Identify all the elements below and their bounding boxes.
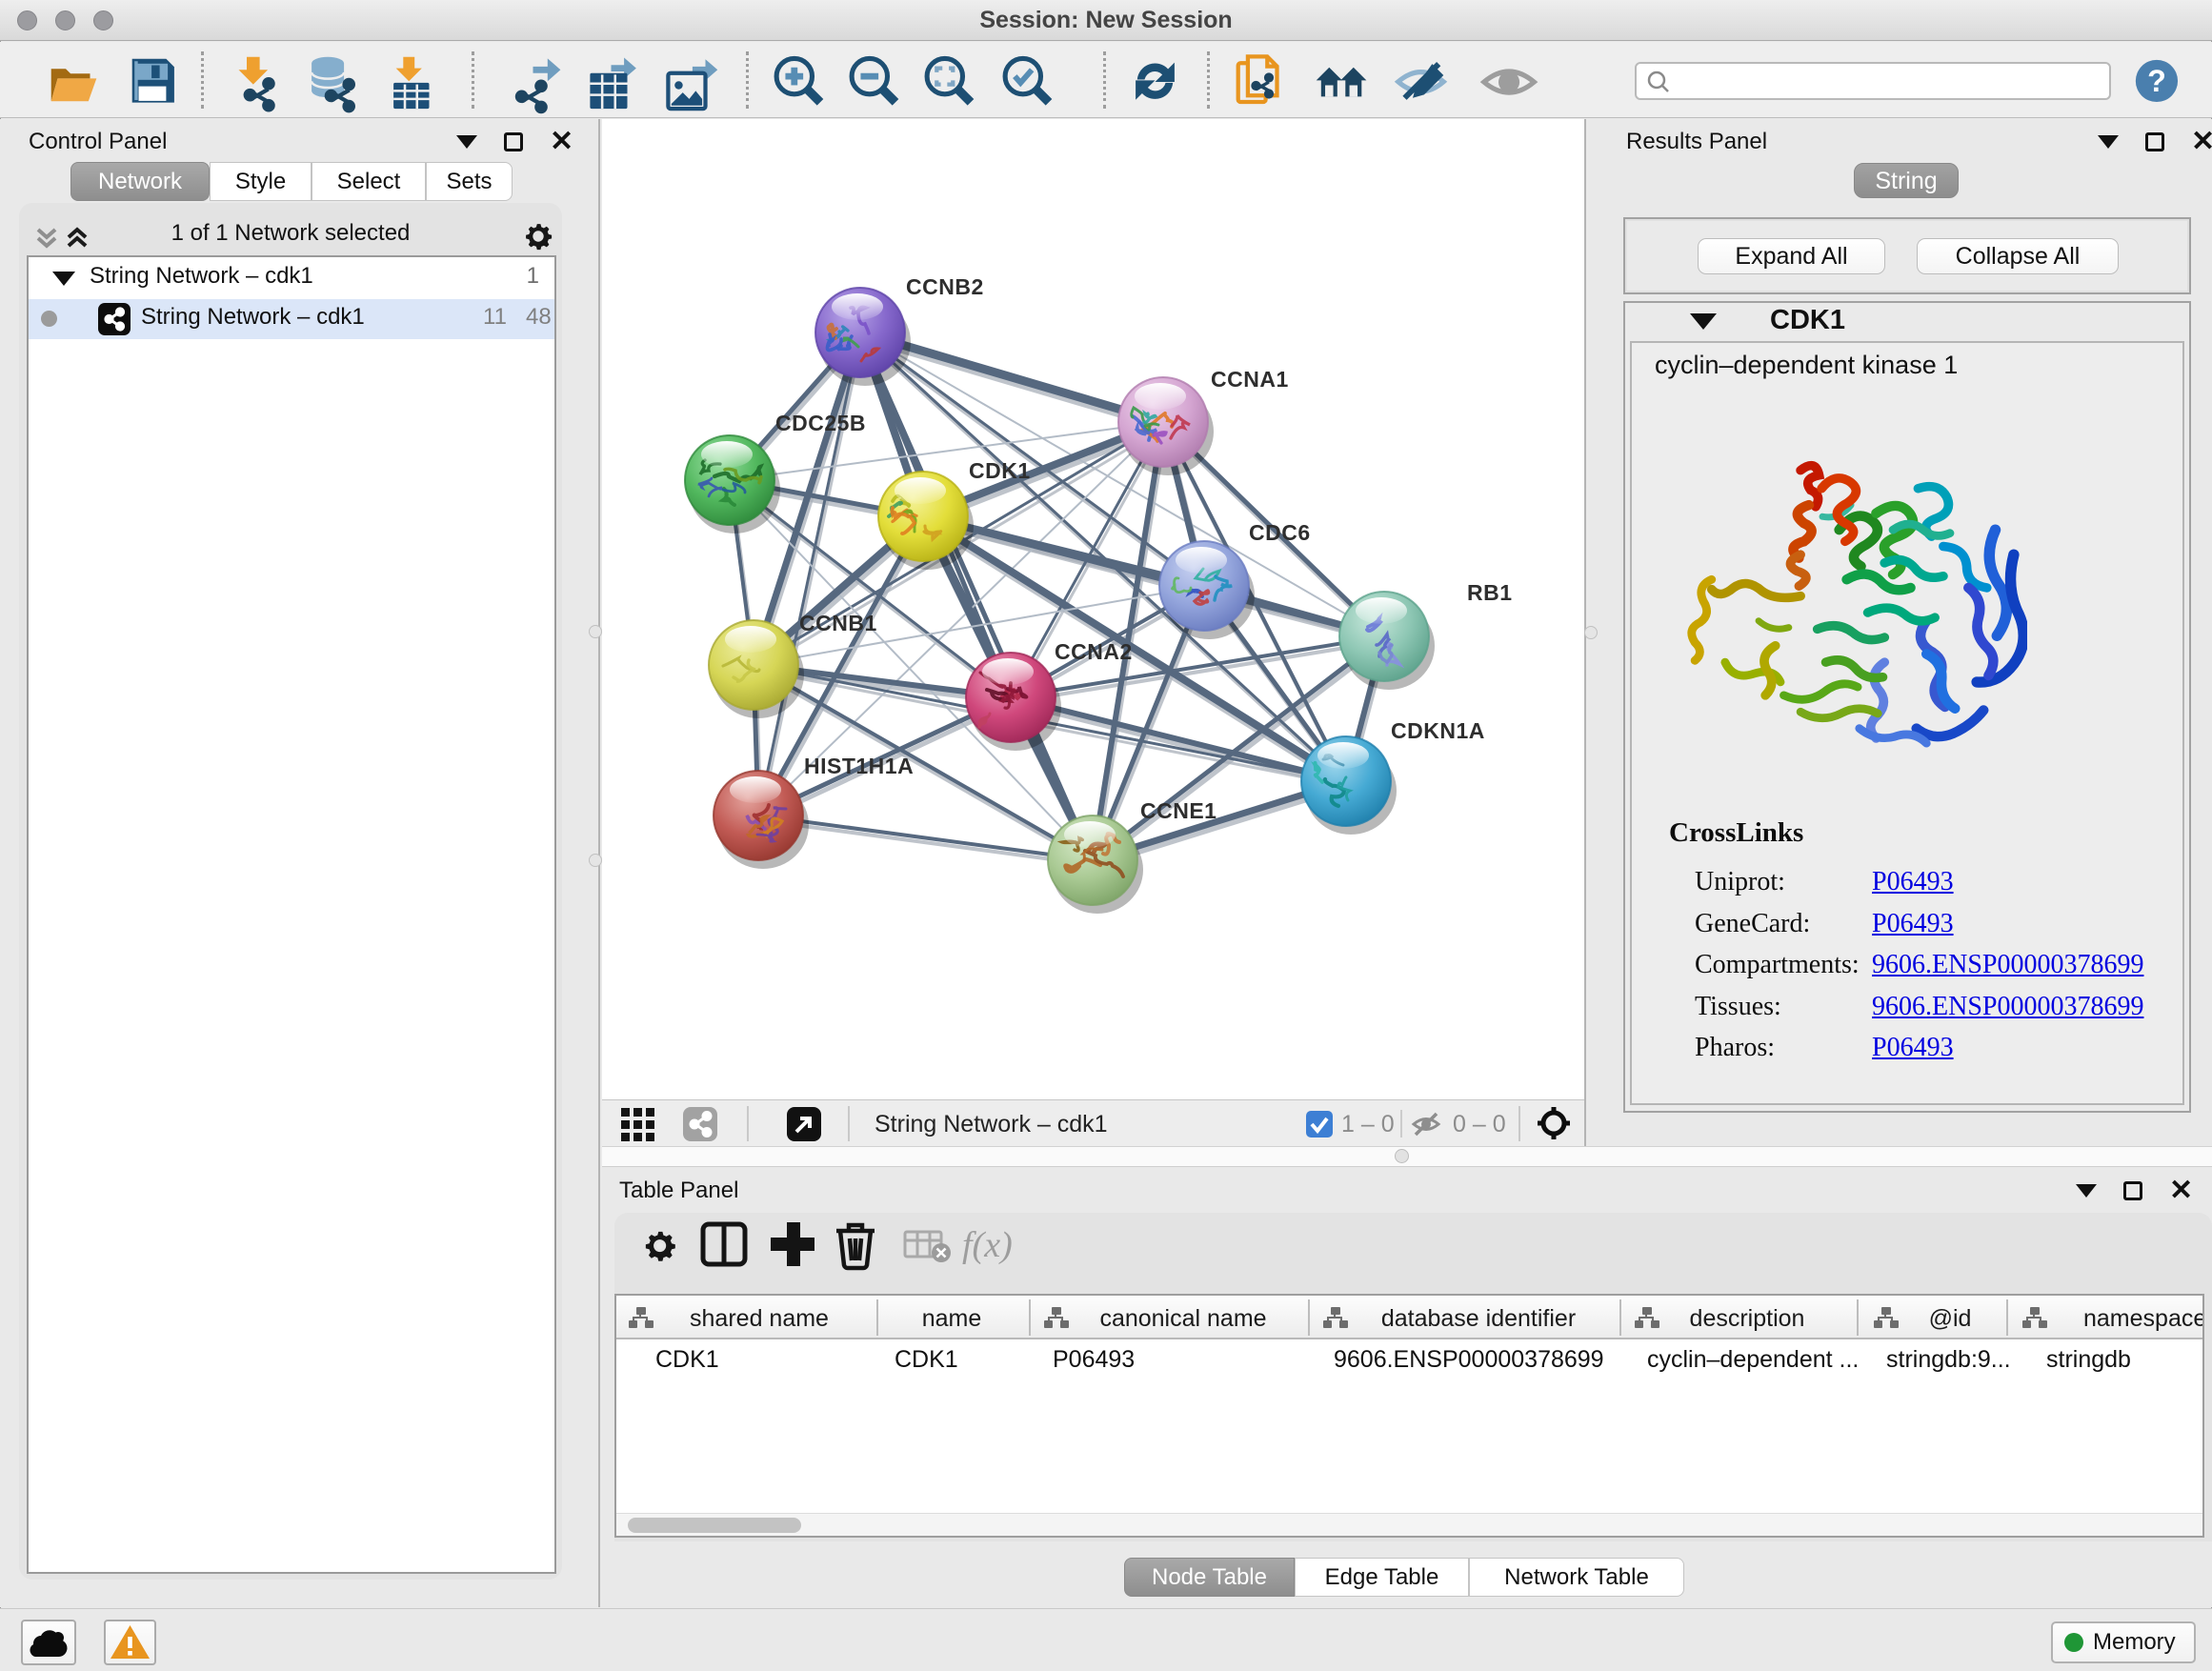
svg-text:f(x): f(x)	[962, 1225, 1013, 1265]
svg-text:String Network – cdk1: String Network – cdk1	[875, 1111, 1108, 1137]
svg-text:CCNA2: CCNA2	[1055, 639, 1133, 664]
svg-text:CCNB2: CCNB2	[906, 274, 984, 299]
svg-text:@id: @id	[1929, 1305, 1972, 1332]
svg-text:CDC6: CDC6	[1249, 520, 1311, 545]
svg-text:CCNA1: CCNA1	[1211, 367, 1289, 392]
svg-text:CDKN1A: CDKN1A	[1391, 718, 1485, 743]
svg-text:CCNE1: CCNE1	[1140, 798, 1217, 823]
svg-text:CDC25B: CDC25B	[775, 411, 866, 435]
svg-text:namespace: namespace	[2083, 1305, 2204, 1332]
svg-text:CDK1: CDK1	[969, 458, 1031, 483]
svg-text:shared name: shared name	[690, 1305, 829, 1332]
svg-text:?: ?	[2147, 64, 2166, 98]
svg-text:name: name	[922, 1305, 982, 1332]
svg-text:1 – 0: 1 – 0	[1341, 1111, 1395, 1137]
svg-text:0 – 0: 0 – 0	[1453, 1111, 1506, 1137]
svg-text:description: description	[1690, 1305, 1805, 1332]
svg-text:CCNB1: CCNB1	[799, 611, 877, 635]
svg-text:canonical name: canonical name	[1099, 1305, 1266, 1332]
svg-text:HIST1H1A: HIST1H1A	[804, 754, 914, 778]
svg-text:RB1: RB1	[1467, 580, 1513, 605]
svg-text:database identifier: database identifier	[1381, 1305, 1576, 1332]
